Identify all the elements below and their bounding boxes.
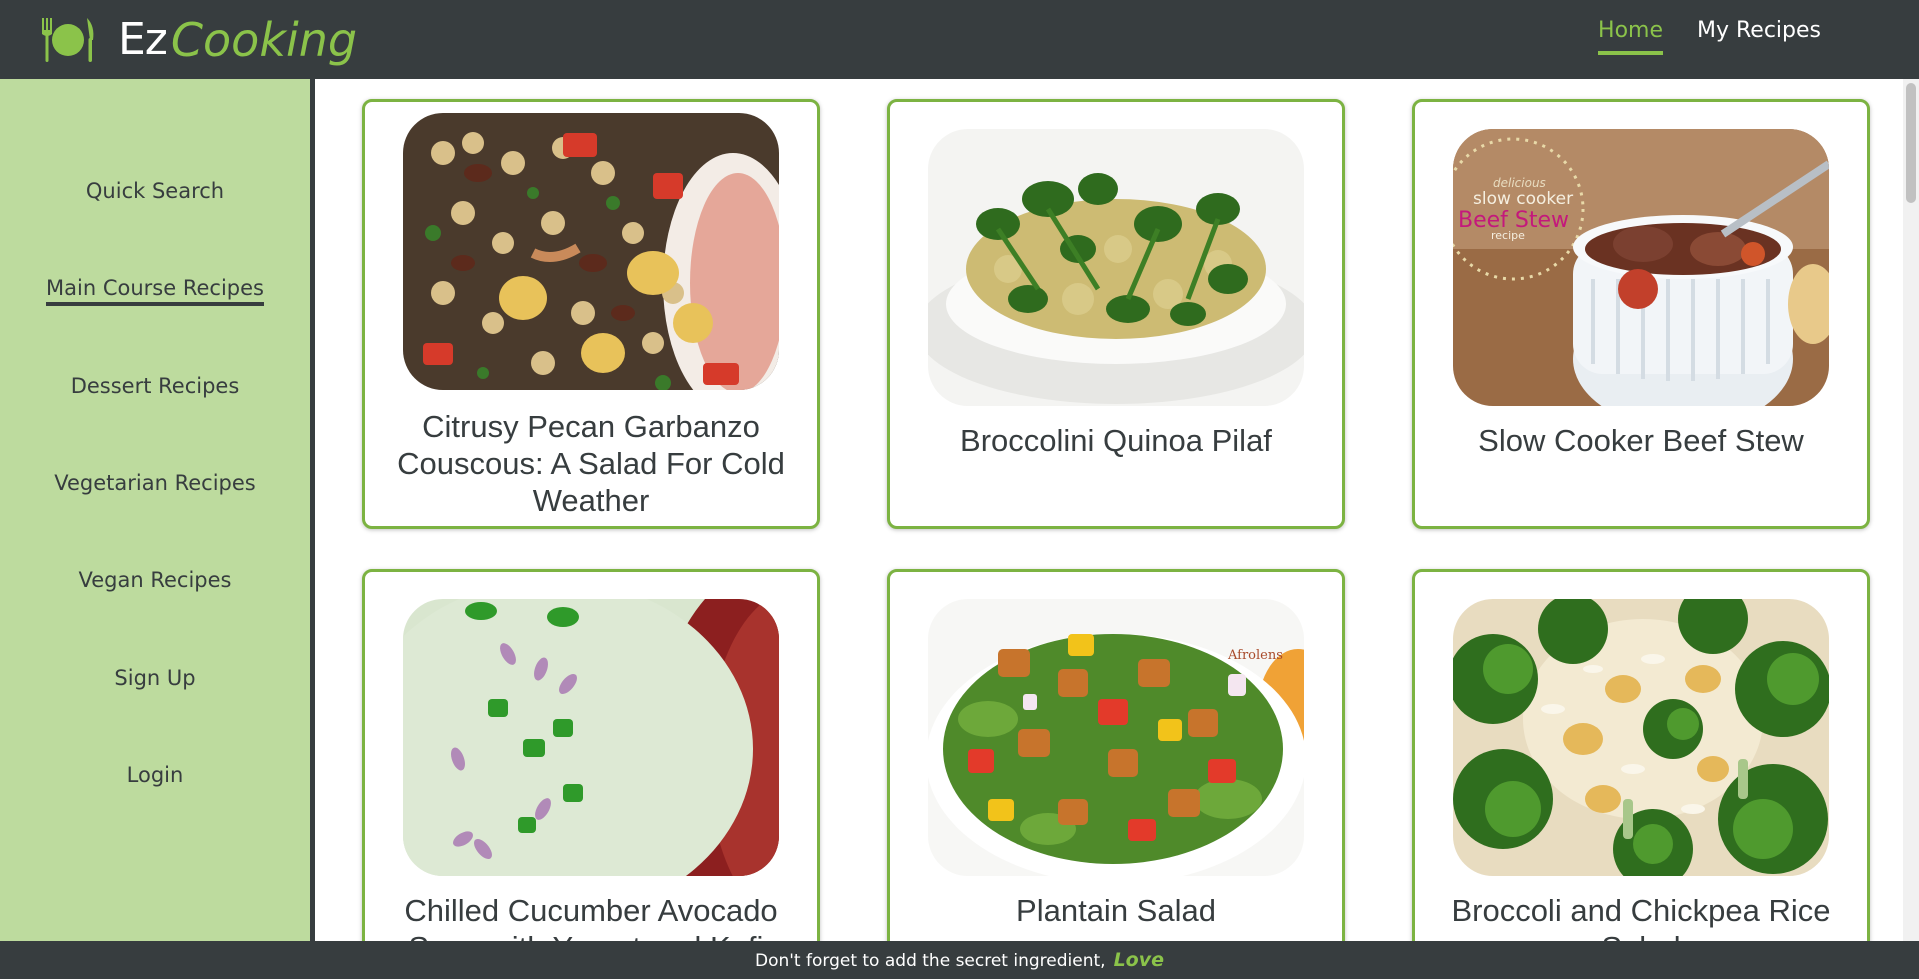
- image-caption: recipe: [1491, 229, 1525, 242]
- recipe-image: [1453, 599, 1829, 876]
- top-navbar: Ez Cooking Home My Recipes: [0, 0, 1919, 79]
- recipe-card[interactable]: Citrusy Pecan Garbanzo Couscous: A Salad…: [362, 99, 820, 529]
- recipe-title[interactable]: Broccoli and Chickpea Rice Salad: [1425, 892, 1857, 941]
- sidebar-item-label: Login: [126, 763, 184, 787]
- main-nav: Home My Recipes: [1598, 18, 1821, 55]
- sidebar-item-vegan[interactable]: Vegan Recipes: [0, 568, 310, 594]
- recipe-card[interactable]: Afrolens Plantain Salad: [887, 569, 1345, 941]
- recipe-grid: Citrusy Pecan Garbanzo Couscous: A Salad…: [320, 79, 1900, 941]
- recipe-title[interactable]: Broccolini Quinoa Pilaf: [900, 422, 1332, 459]
- recipe-title[interactable]: Slow Cooker Beef Stew: [1425, 422, 1857, 459]
- recipe-card[interactable]: delicious slow cooker Beef Stew recipe S…: [1412, 99, 1870, 529]
- sidebar-item-login[interactable]: Login: [0, 763, 310, 789]
- image-watermark: Afrolens: [1227, 648, 1283, 663]
- nav-my-recipes[interactable]: My Recipes: [1697, 18, 1821, 55]
- recipe-card[interactable]: Broccolini Quinoa Pilaf: [887, 99, 1345, 529]
- scrollbar-thumb[interactable]: [1906, 83, 1916, 203]
- footer-love: Love: [1113, 949, 1164, 971]
- recipe-card[interactable]: Broccoli and Chickpea Rice Salad: [1412, 569, 1870, 941]
- recipe-image: [928, 129, 1304, 406]
- plate-cutlery-icon: [40, 16, 96, 64]
- recipe-title[interactable]: Citrusy Pecan Garbanzo Couscous: A Salad…: [375, 408, 807, 519]
- recipe-title[interactable]: Chilled Cucumber Avocado Soup with Yogur…: [375, 892, 807, 941]
- sidebar-item-label: Sign Up: [114, 666, 196, 690]
- recipe-image: [403, 599, 779, 876]
- sidebar-item-label: Main Course Recipes: [46, 276, 264, 306]
- logo[interactable]: Ez Cooking: [40, 12, 357, 67]
- sidebar-item-vegetarian[interactable]: Vegetarian Recipes: [0, 471, 310, 497]
- recipe-image: delicious slow cooker Beef Stew recipe: [1453, 129, 1829, 406]
- sidebar-item-label: Vegetarian Recipes: [54, 471, 256, 495]
- sidebar-item-sign-up[interactable]: Sign Up: [0, 666, 310, 692]
- sidebar-item-main-course[interactable]: Main Course Recipes: [0, 276, 310, 306]
- image-caption: slow cooker: [1473, 189, 1573, 209]
- recipe-image: [403, 113, 779, 390]
- recipe-image: Afrolens: [928, 599, 1304, 876]
- nav-home[interactable]: Home: [1598, 18, 1663, 55]
- footer: Don't forget to add the secret ingredien…: [0, 941, 1919, 979]
- sidebar-item-label: Quick Search: [85, 179, 225, 203]
- logo-text-cooking: Cooking: [170, 12, 358, 67]
- logo-text-ez: Ez: [118, 14, 168, 65]
- sidebar-item-label: Vegan Recipes: [78, 568, 232, 592]
- sidebar: Quick Search Main Course Recipes Dessert…: [0, 79, 315, 941]
- sidebar-item-quick-search[interactable]: Quick Search: [0, 179, 310, 205]
- recipe-card[interactable]: Chilled Cucumber Avocado Soup with Yogur…: [362, 569, 820, 941]
- recipe-title[interactable]: Plantain Salad: [900, 892, 1332, 929]
- sidebar-item-label: Dessert Recipes: [70, 374, 240, 398]
- sidebar-item-dessert[interactable]: Dessert Recipes: [0, 374, 310, 400]
- footer-text: Don't forget to add the secret ingredien…: [754, 951, 1106, 971]
- image-caption: delicious: [1493, 176, 1546, 190]
- page-scrollbar[interactable]: [1903, 79, 1919, 941]
